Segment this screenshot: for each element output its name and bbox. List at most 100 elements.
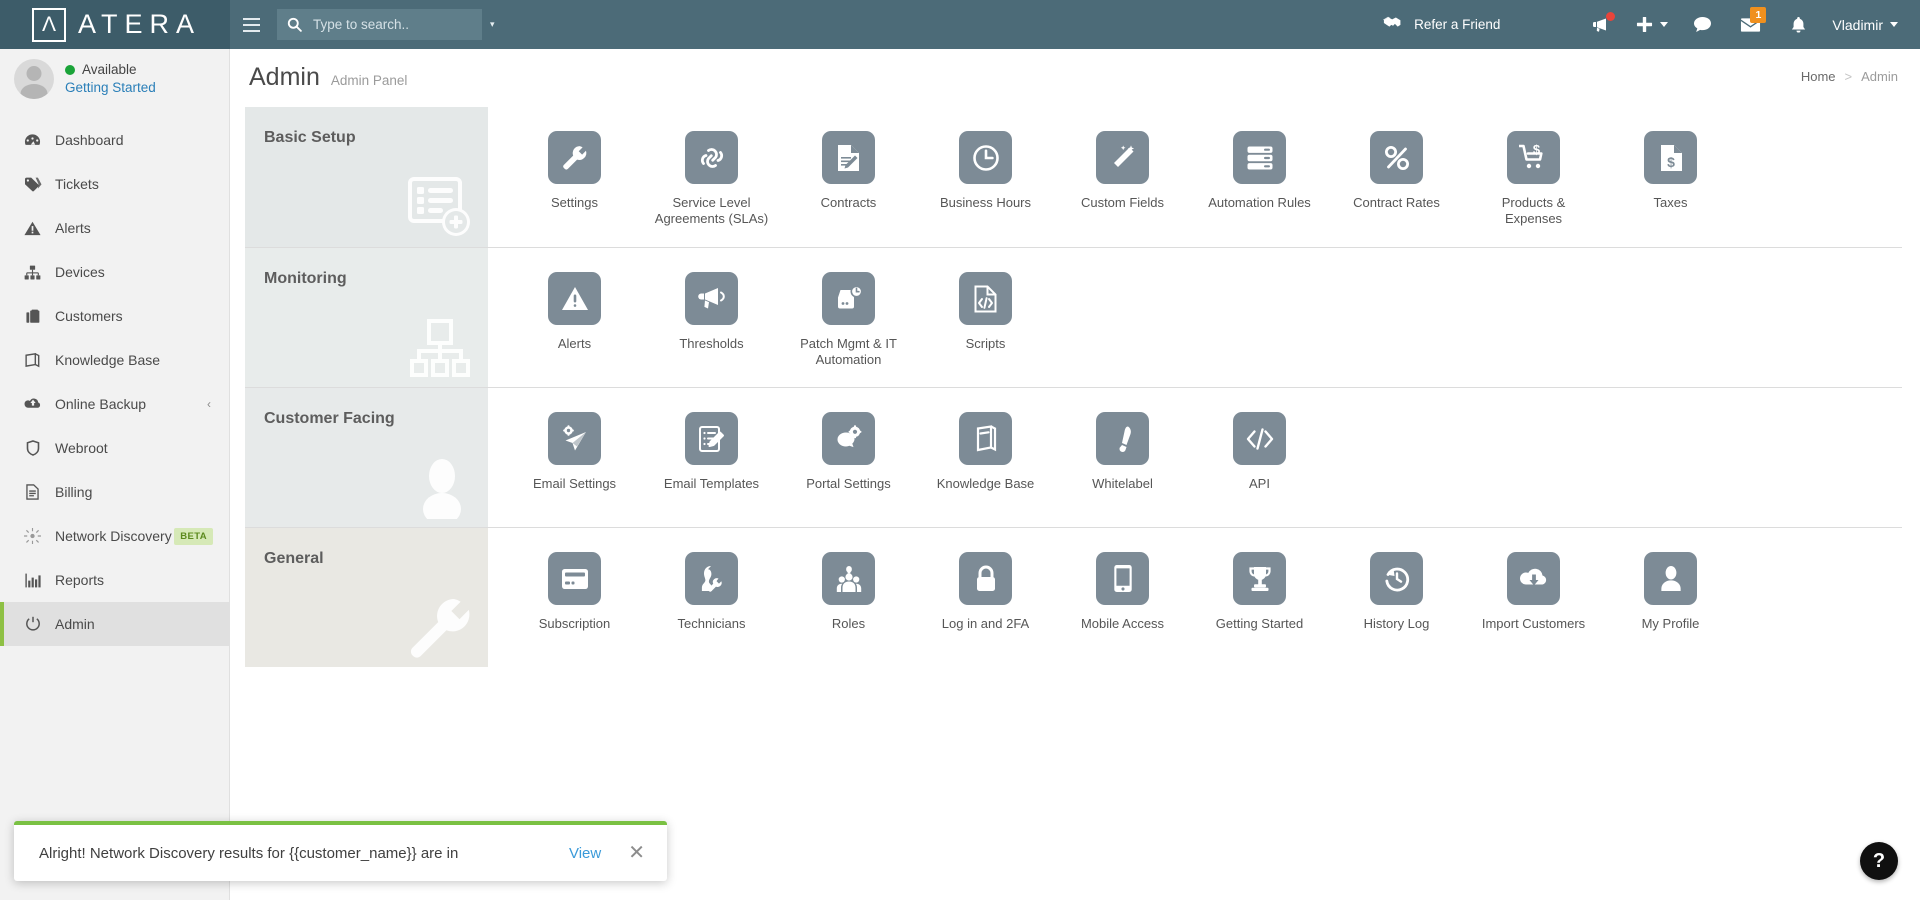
sidebar-item-online-backup[interactable]: Online Backup ‹ bbox=[0, 382, 229, 426]
section-label: General bbox=[245, 528, 488, 667]
sidebar-item-network-discovery[interactable]: Network Discovery BETA bbox=[0, 514, 229, 558]
refer-a-friend-label: Refer a Friend bbox=[1414, 17, 1501, 32]
tile-business-hours[interactable]: Business Hours bbox=[917, 129, 1054, 227]
file-text-icon bbox=[23, 484, 42, 500]
sidebar-item-label: Customers bbox=[55, 308, 123, 324]
user-menu[interactable]: Vladimir bbox=[1822, 17, 1904, 33]
alert-triangle-icon bbox=[548, 272, 601, 325]
tile-log-in-and-2fa[interactable]: Log in and 2FA bbox=[917, 550, 1054, 632]
global-search[interactable]: ▾ bbox=[277, 9, 495, 40]
tile-subscription[interactable]: Subscription bbox=[506, 550, 643, 632]
tile-getting-started[interactable]: Getting Started bbox=[1191, 550, 1328, 632]
main-content: Admin Admin Panel Home > Admin Basic Set… bbox=[231, 49, 1920, 900]
tile-taxes[interactable]: $ Taxes bbox=[1602, 129, 1739, 227]
tile-technicians[interactable]: Technicians bbox=[643, 550, 780, 632]
tile-thresholds[interactable]: Thresholds bbox=[643, 270, 780, 368]
tile-knowledge-base[interactable]: Knowledge Base bbox=[917, 410, 1054, 492]
tile-email-settings[interactable]: Email Settings bbox=[506, 410, 643, 492]
shield-icon bbox=[23, 440, 42, 456]
atera-logo-icon: Λ bbox=[32, 7, 66, 42]
code-file-icon bbox=[959, 272, 1012, 325]
section-label: Customer Facing bbox=[245, 388, 488, 527]
tile-service-level-agreements[interactable]: Service Level Agreements (SLAs) bbox=[643, 129, 780, 227]
tile-label: Contract Rates bbox=[1353, 195, 1440, 210]
tile-whitelabel[interactable]: Whitelabel bbox=[1054, 410, 1191, 492]
user-name: Vladimir bbox=[1832, 16, 1883, 33]
section-basic-setup: Basic Setup Settings Service Level Agree… bbox=[245, 107, 1902, 247]
search-input[interactable] bbox=[302, 17, 490, 32]
sidebar-item-webroot[interactable]: Webroot bbox=[0, 426, 229, 470]
link-chain-icon bbox=[685, 131, 738, 184]
admin-sections: Basic Setup Settings Service Level Agree… bbox=[231, 97, 1920, 667]
tile-label: Portal Settings bbox=[806, 476, 891, 491]
sidebar-item-dashboard[interactable]: Dashboard bbox=[0, 118, 229, 162]
sidebar-item-alerts[interactable]: Alerts bbox=[0, 206, 229, 250]
breadcrumb-home[interactable]: Home bbox=[1801, 69, 1836, 84]
hamburger-icon[interactable] bbox=[230, 0, 272, 49]
bell-icon[interactable] bbox=[1774, 0, 1822, 49]
tile-label: Getting Started bbox=[1215, 616, 1304, 631]
tile-alerts[interactable]: Alerts bbox=[506, 270, 643, 368]
sidebar-item-devices[interactable]: Devices bbox=[0, 250, 229, 294]
getting-started-link[interactable]: Getting Started bbox=[65, 80, 156, 95]
tile-products-and-expenses[interactable]: $ Products & Expenses bbox=[1465, 129, 1602, 227]
sidebar-item-billing[interactable]: Billing bbox=[0, 470, 229, 514]
tile-automation-rules[interactable]: Automation Rules bbox=[1191, 129, 1328, 227]
sidebar-item-customers[interactable]: Customers bbox=[0, 294, 229, 338]
history-clock-icon bbox=[1370, 552, 1423, 605]
availability-status[interactable]: Available bbox=[65, 62, 156, 77]
sidebar-item-label: Billing bbox=[55, 484, 93, 500]
tile-mobile-access[interactable]: Mobile Access bbox=[1054, 550, 1191, 632]
refer-a-friend-button[interactable]: Refer a Friend bbox=[1383, 15, 1500, 34]
add-new-button[interactable] bbox=[1626, 0, 1678, 49]
tile-label: Roles bbox=[831, 616, 866, 631]
tile-label: Log in and 2FA bbox=[941, 616, 1030, 631]
tile-label: Service Level Agreements (SLAs) bbox=[654, 195, 769, 226]
tile-roles[interactable]: Roles bbox=[780, 550, 917, 632]
tile-history-log[interactable]: History Log bbox=[1328, 550, 1465, 632]
unread-count-badge: 1 bbox=[1750, 7, 1767, 23]
sidebar-profile[interactable]: Available Getting Started bbox=[0, 49, 229, 108]
tile-scripts[interactable]: Scripts bbox=[917, 270, 1054, 368]
tile-label: Technicians bbox=[677, 616, 746, 631]
chevron-down-icon[interactable]: ▾ bbox=[490, 19, 495, 30]
section-title: General bbox=[264, 550, 324, 567]
tile-patch-mgmt-it-automation[interactable]: Patch Mgmt & IT Automation bbox=[780, 270, 917, 368]
close-icon[interactable]: ✕ bbox=[628, 843, 645, 863]
chevron-left-icon[interactable]: ‹ bbox=[207, 397, 211, 411]
section-label: Basic Setup bbox=[245, 107, 488, 247]
brand-logo[interactable]: Λ ATERA bbox=[0, 0, 230, 49]
envelope-icon[interactable]: 1 bbox=[1726, 0, 1774, 49]
tile-portal-settings[interactable]: Portal Settings bbox=[780, 410, 917, 492]
tile-label: Email Settings bbox=[532, 476, 617, 491]
tile-label: History Log bbox=[1363, 616, 1430, 631]
tile-settings[interactable]: Settings bbox=[506, 129, 643, 227]
sidebar-item-knowledge-base[interactable]: Knowledge Base bbox=[0, 338, 229, 382]
tile-contracts[interactable]: Contracts bbox=[780, 129, 917, 227]
sidebar-item-reports[interactable]: Reports bbox=[0, 558, 229, 602]
svg-text:$: $ bbox=[1667, 154, 1675, 170]
tile-label: Mobile Access bbox=[1080, 616, 1165, 631]
megaphone-icon[interactable] bbox=[1578, 0, 1626, 49]
sidebar-item-label: Online Backup bbox=[55, 396, 147, 412]
help-button[interactable]: ? bbox=[1860, 842, 1898, 880]
tile-contract-rates[interactable]: Contract Rates bbox=[1328, 129, 1465, 227]
sidebar-item-tickets[interactable]: Tickets bbox=[0, 162, 229, 206]
tile-custom-fields[interactable]: Custom Fields bbox=[1054, 129, 1191, 227]
tile-import-customers[interactable]: Import Customers bbox=[1465, 550, 1602, 632]
breadcrumb-current: Admin bbox=[1861, 69, 1898, 84]
toast-message: Alright! Network Discovery results for {… bbox=[39, 844, 459, 862]
page-header: Admin Admin Panel Home > Admin bbox=[231, 49, 1920, 97]
cloud-download-icon bbox=[1507, 552, 1560, 605]
tile-api[interactable]: API bbox=[1191, 410, 1328, 492]
sidebar-item-admin[interactable]: Admin bbox=[0, 602, 229, 646]
section-title: Basic Setup bbox=[264, 129, 356, 146]
book-icon bbox=[23, 352, 42, 368]
tile-email-templates[interactable]: Email Templates bbox=[643, 410, 780, 492]
tile-my-profile[interactable]: My Profile bbox=[1602, 550, 1739, 632]
chat-icon[interactable] bbox=[1678, 0, 1726, 49]
avatar bbox=[14, 58, 54, 99]
tile-label: Subscription bbox=[538, 616, 611, 631]
toast-view-button[interactable]: View bbox=[569, 845, 628, 862]
book-icon bbox=[959, 412, 1012, 465]
